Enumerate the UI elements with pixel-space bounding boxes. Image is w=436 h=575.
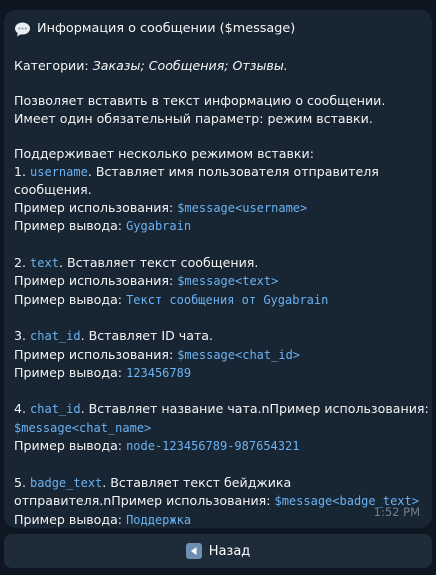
output-label: Пример вывода: — [14, 365, 127, 381]
usage-code[interactable]: $message<chat_name> — [14, 421, 151, 435]
mode-description: . Вставляет имя пользователя отправителя — [87, 163, 379, 179]
mode-item-3: 3. chat_id. Вставляет ID чата. Пример ис… — [14, 327, 422, 383]
mode-code[interactable]: text — [30, 256, 59, 270]
mode-description: . Вставляет ID чата. — [80, 327, 213, 343]
mode-description-cont: отправителя.nПример использования: — [14, 493, 275, 509]
chat-view: Информация о сообщении ($message) Катего… — [0, 0, 436, 575]
back-arrow-icon — [185, 543, 202, 559]
output-code[interactable]: node-123456789-987654321 — [126, 439, 299, 453]
mode-description: . Вставляет текст бейджика — [102, 474, 292, 490]
back-button-label: Назад — [208, 543, 251, 559]
output-label: Пример вывода: — [14, 291, 127, 307]
mode-item-4: 4. chat_id. Вставляет название чата.nПри… — [14, 400, 429, 456]
usage-code[interactable]: $message<username> — [177, 201, 307, 215]
message-bubble: Информация о сообщении ($message) Катего… — [4, 10, 432, 528]
back-button[interactable]: Назад — [4, 534, 432, 568]
description-line: Позволяет вставить в текст информацию о … — [14, 93, 386, 109]
categories-label: Категории: — [14, 58, 93, 73]
description: Позволяет вставить в текст информацию о … — [14, 92, 422, 127]
description-line: Имеет один обязательный параметр: режим … — [14, 110, 373, 126]
output-code[interactable]: Gygabrain — [126, 219, 191, 233]
categories-value: Заказы; Сообщения; Отзывы. — [92, 58, 288, 73]
mode-description: . Вставляет текст сообщения. — [58, 254, 259, 270]
mode-description-cont: сообщения. — [14, 182, 92, 198]
mode-number: 1. — [14, 163, 31, 179]
mode-code[interactable]: chat_id — [30, 329, 81, 343]
usage-label: Пример использования: — [14, 346, 178, 362]
output-label: Пример вывода: — [14, 218, 127, 234]
output-code[interactable]: Текст сообщения от Gygabrain — [126, 293, 328, 307]
mode-code[interactable]: chat_id — [30, 402, 81, 416]
usage-label: Пример использования: — [14, 199, 178, 215]
mode-number: 4. — [14, 401, 31, 417]
categories-line: Категории: Заказы; Сообщения; Отзывы. — [14, 57, 422, 75]
mode-number: 3. — [14, 327, 31, 343]
output-label: Пример вывода: — [14, 438, 127, 454]
message-title-text: Информация о сообщении ($message) — [37, 21, 296, 37]
usage-label: Пример использования: — [14, 273, 178, 289]
speech-balloon-icon — [14, 21, 31, 38]
modes-intro: Поддерживает несколько режимом вставки: — [14, 145, 314, 161]
mode-code[interactable]: badge_text — [30, 476, 102, 490]
usage-code[interactable]: $message<text> — [177, 274, 278, 288]
mode-number: 5. — [14, 474, 31, 490]
mode-description: . Вставляет название чата.nПример исполь… — [80, 401, 429, 417]
mode-item-5: 5. badge_text. Вставляет текст бейджика … — [14, 474, 422, 530]
output-code[interactable]: 123456789 — [126, 366, 191, 380]
mode-item-1: Поддерживает несколько режимом вставки: … — [14, 145, 422, 236]
usage-code[interactable]: $message<chat_id> — [177, 348, 300, 362]
message-timestamp: 1:52 PM — [373, 505, 420, 520]
mode-code[interactable]: username — [30, 165, 88, 179]
mode-item-2: 2. text. Вставляет текст сообщения. Прим… — [14, 254, 422, 310]
message-title: Информация о сообщении ($message) — [14, 19, 422, 39]
mode-number: 2. — [14, 254, 31, 270]
output-code[interactable]: Поддержка — [126, 513, 191, 527]
output-label: Пример вывода: — [14, 511, 127, 527]
